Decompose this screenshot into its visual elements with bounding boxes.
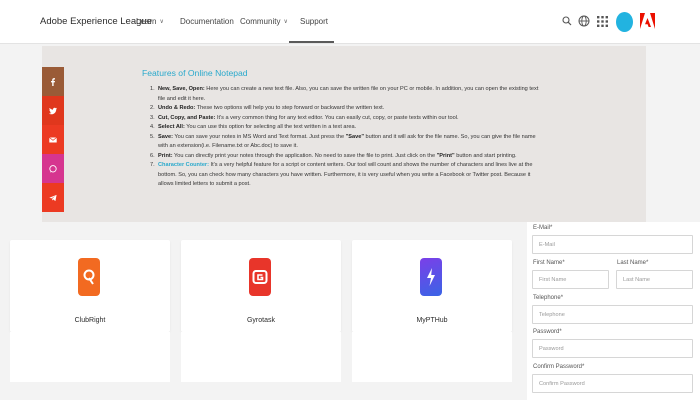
gyrotask-logo-icon	[249, 258, 271, 296]
first-name-field[interactable]	[532, 270, 609, 289]
confirm-password-field[interactable]	[532, 374, 693, 393]
list-item: 2. Undo & Redo: These two options will h…	[150, 104, 546, 114]
list-number: 6.	[150, 152, 155, 159]
app-name: Gyrotask	[246, 317, 275, 324]
email-share-button[interactable]	[42, 125, 64, 154]
app-name: MyPTHub	[416, 317, 448, 324]
nav-community[interactable]: Community ∨	[240, 17, 288, 26]
feature-emphasis: "Print"	[436, 152, 455, 159]
list-item: 7. Character Counter: It's a very helpfu…	[150, 161, 546, 190]
telegram-icon	[49, 194, 57, 201]
chevron-down-icon: ∨	[159, 19, 164, 25]
list-number: 5.	[150, 133, 155, 140]
list-number: 2.	[150, 105, 155, 111]
feature-text: Here you can create a new text file. Als…	[158, 86, 539, 102]
first-name-label: First Name*	[533, 260, 565, 266]
social-share-bar	[42, 67, 64, 212]
features-list: 1. New, Save, Open: Here you can create …	[150, 85, 546, 190]
feature-heading: Print:	[158, 152, 173, 159]
list-number: 4.	[150, 124, 155, 130]
facebook-share-button[interactable]	[42, 67, 64, 96]
nav-learn[interactable]: Learn ∨	[136, 17, 164, 26]
app-card-mypthub[interactable]: MyPTHub	[352, 240, 512, 332]
apps-grid-icon[interactable]	[597, 16, 608, 27]
active-tab-indicator	[289, 41, 334, 43]
list-number: 3.	[150, 114, 155, 121]
avatar[interactable]	[616, 12, 633, 32]
telegram-share-button[interactable]	[42, 183, 64, 212]
email-icon	[49, 136, 57, 142]
app-card-gyrotask[interactable]: Gyrotask	[181, 240, 341, 332]
whatsapp-share-button[interactable]	[42, 154, 64, 183]
list-number: 7.	[150, 162, 155, 168]
feature-emphasis: "Save"	[345, 133, 364, 140]
feature-text: You can use this option for selecting al…	[184, 124, 357, 130]
email-label: E-Mail*	[533, 225, 553, 231]
list-number: 1.	[150, 86, 155, 92]
top-navigation: Adobe Experience League Learn ∨ Document…	[0, 0, 700, 44]
feature-text: It's a very common thing for any text ed…	[215, 114, 459, 121]
card-placeholder	[352, 332, 512, 382]
app-card-clubright[interactable]: ClubRight	[10, 240, 170, 332]
list-item: 4. Select All: You can use this option f…	[150, 123, 546, 133]
chevron-down-icon: ∨	[283, 19, 288, 25]
feature-heading: Undo & Redo:	[158, 105, 196, 111]
facebook-icon	[51, 77, 55, 86]
feature-text: button and start printing.	[454, 152, 517, 159]
feature-text: You can save your notes in MS Word and T…	[172, 133, 346, 140]
features-title: Features of Online Notepad	[142, 68, 248, 78]
feature-text: It's a very helpful feature for a script…	[158, 162, 533, 187]
globe-icon[interactable]	[578, 15, 590, 27]
twitter-share-button[interactable]	[42, 96, 64, 125]
card-placeholder	[181, 332, 341, 382]
nav-community-label: Community	[240, 17, 281, 26]
telephone-label: Telephone*	[533, 295, 564, 301]
last-name-label: Last Name*	[617, 260, 649, 266]
app-name: ClubRight	[74, 317, 106, 324]
feature-heading: New, Save, Open:	[158, 86, 205, 92]
nav-learn-label: Learn	[136, 17, 157, 26]
feature-text: You can directly print your notes throug…	[172, 152, 437, 159]
search-icon[interactable]	[562, 16, 572, 26]
feature-heading-link[interactable]: Character Counter:	[158, 162, 209, 168]
confirm-password-label: Confirm Password*	[533, 364, 585, 370]
list-item: 3. Cut, Copy, and Paste: It's a very com…	[150, 114, 546, 124]
password-label: Password*	[533, 329, 562, 335]
nav-support-label: Support	[300, 17, 329, 26]
email-field[interactable]	[532, 235, 693, 254]
adobe-logo-icon[interactable]	[640, 13, 655, 29]
card-placeholder	[10, 332, 170, 382]
list-item: 6. Print: You can directly print your no…	[150, 152, 546, 162]
nav-support[interactable]: Support	[300, 17, 328, 26]
mypthub-logo-icon	[420, 258, 442, 296]
password-field[interactable]	[532, 339, 693, 358]
nav-documentation-label: Documentation	[180, 17, 234, 26]
clubright-logo-icon	[78, 258, 100, 296]
feature-heading: Select All:	[158, 124, 185, 130]
whatsapp-icon	[49, 164, 57, 173]
feature-heading: Save:	[158, 133, 173, 140]
feature-heading: Cut, Copy, and Paste:	[158, 114, 216, 121]
list-item: 5. Save: You can save your notes in MS W…	[150, 133, 546, 152]
twitter-icon	[49, 107, 57, 114]
feature-text: These two options will help you to step …	[195, 105, 385, 111]
nav-documentation[interactable]: Documentation	[180, 17, 234, 26]
telephone-field[interactable]	[532, 305, 693, 324]
last-name-field[interactable]	[616, 270, 693, 289]
list-item: 1. New, Save, Open: Here you can create …	[150, 85, 546, 104]
